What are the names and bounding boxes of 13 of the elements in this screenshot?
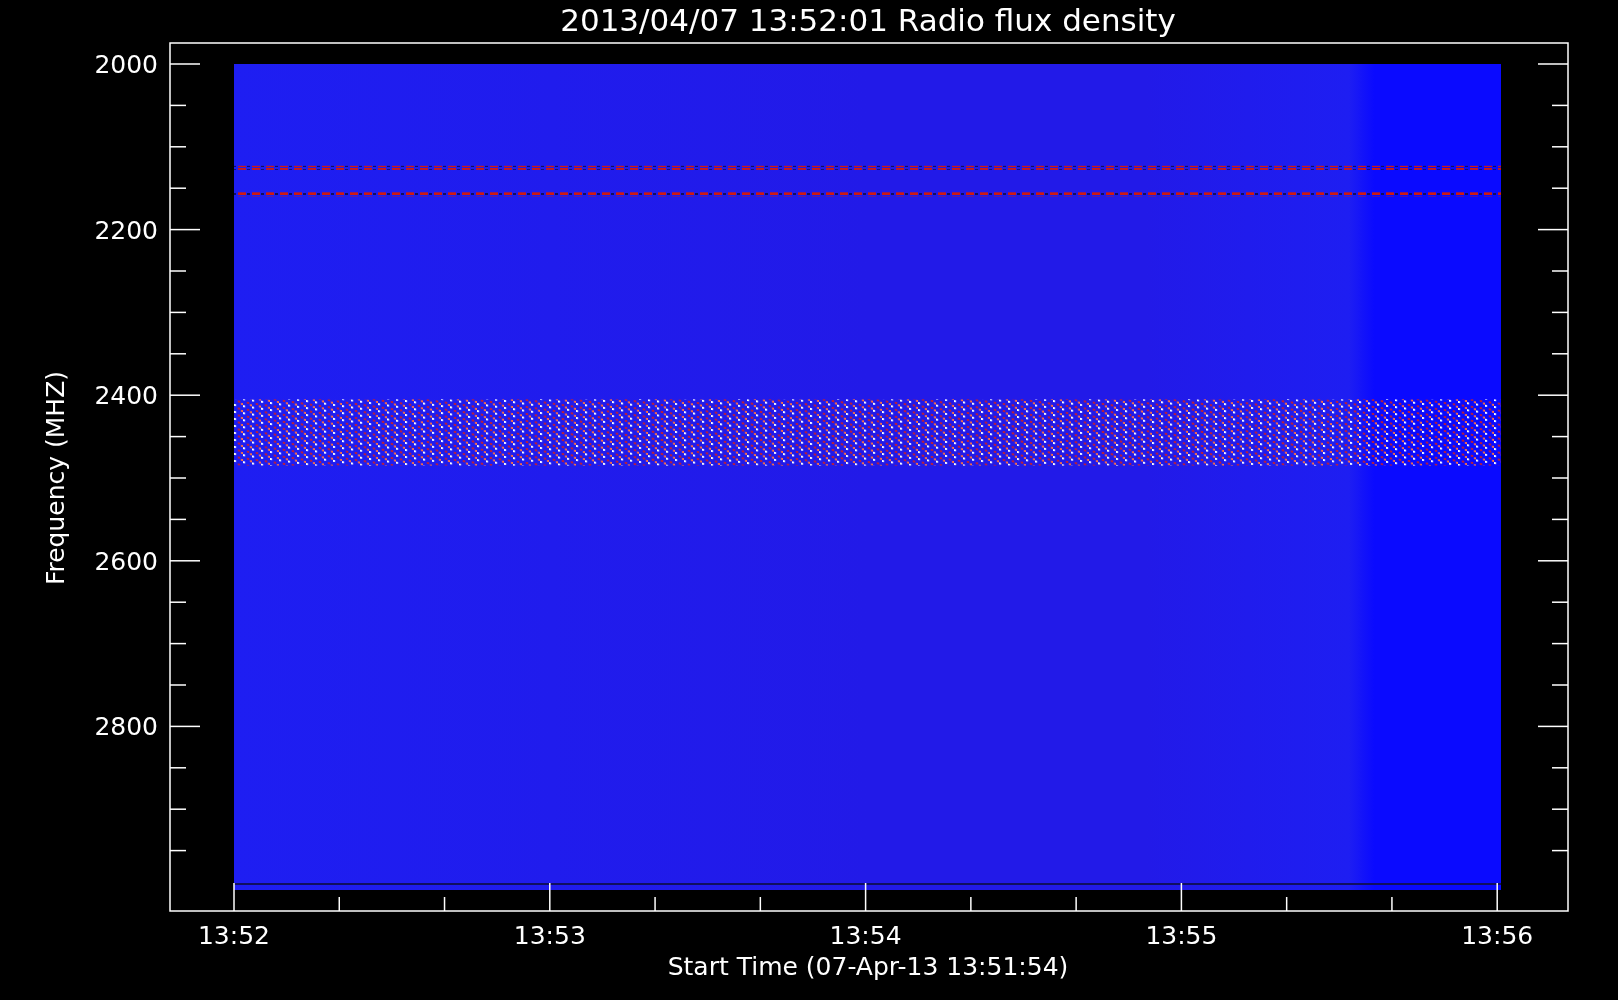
tick-label: 2200 [94, 215, 158, 245]
tick-label: 13:55 [1145, 921, 1218, 950]
tick-label: 13:54 [829, 921, 902, 950]
tick-label: 13:52 [198, 921, 270, 950]
tick-label: 2600 [94, 546, 158, 576]
tick-label: 13:56 [1461, 921, 1534, 950]
tick-label: 2400 [94, 381, 158, 411]
chart-title: 2013/04/07 13:52:01 Radio flux density [560, 2, 1176, 38]
axis-title: Start Time (07-Apr-13 13:51:54) [667, 952, 1069, 981]
tick-label: 13:53 [513, 921, 586, 950]
tick-label: 2000 [94, 50, 158, 79]
axis-title: Frequency (MHZ) [41, 370, 70, 586]
tick-label: 2800 [94, 712, 158, 742]
